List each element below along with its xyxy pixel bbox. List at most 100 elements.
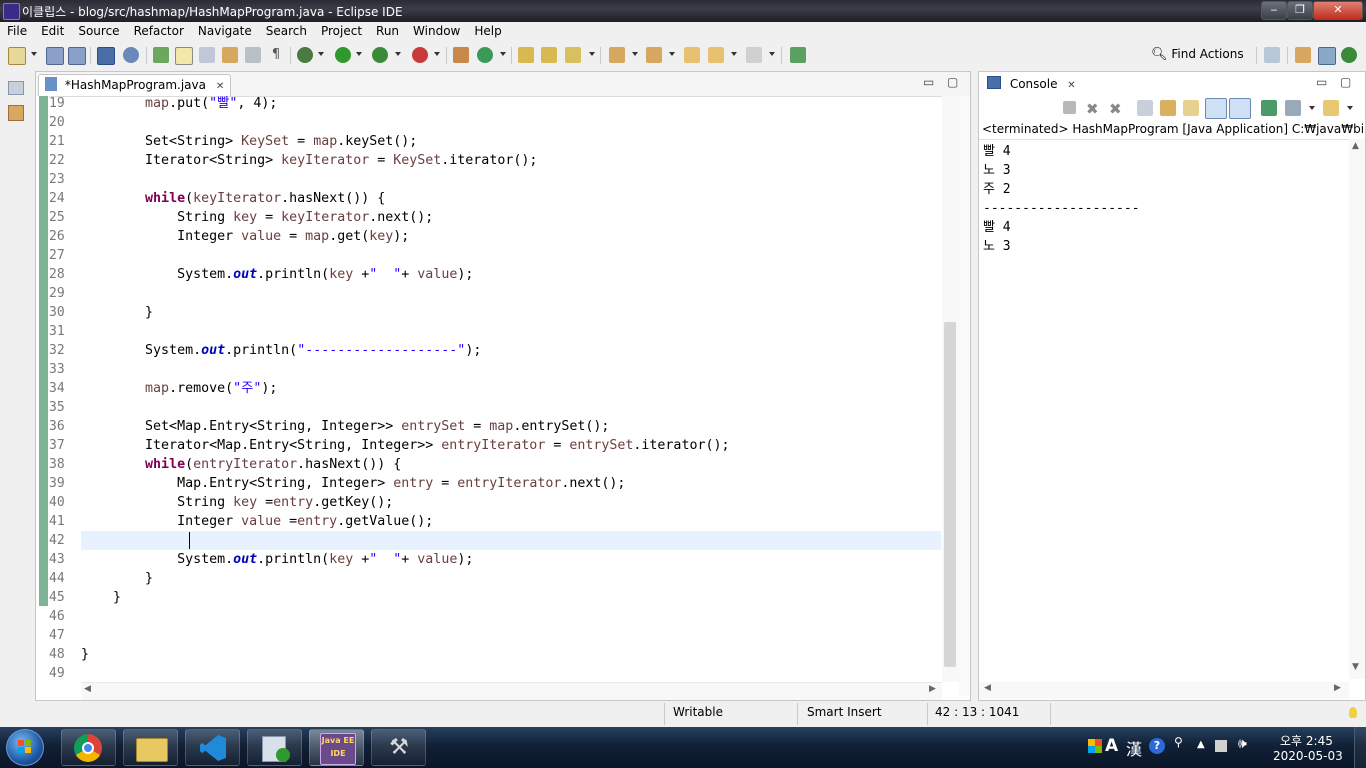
code-line[interactable]: map.remove("주"); (81, 379, 941, 398)
menu-edit[interactable]: Edit (34, 22, 71, 38)
debug-dropdown-icon[interactable] (318, 52, 324, 56)
pin-console-icon[interactable] (1261, 100, 1277, 116)
code-line[interactable]: Iterator<String> keyIterator = KeySet.it… (81, 151, 941, 170)
code-line[interactable]: System.out.println(key +" "+ value); (81, 265, 941, 284)
save-icon[interactable] (46, 47, 64, 65)
block-selection-icon[interactable] (199, 47, 215, 63)
code-line[interactable]: } (81, 588, 941, 607)
status-insert-mode[interactable]: Smart Insert (807, 705, 882, 719)
taskbar-eclipse[interactable]: Java EE IDE (309, 729, 364, 766)
minimize-button[interactable]: ‒ (1261, 1, 1287, 20)
menu-window[interactable]: Window (406, 22, 467, 38)
show-hidden-icons[interactable]: ▲ (1197, 739, 1205, 750)
scroll-left-icon[interactable]: ◀ (984, 683, 991, 693)
back-dropdown-icon[interactable] (731, 52, 737, 56)
debug-perspective-icon[interactable] (1341, 47, 1357, 63)
help-icon[interactable]: ? (1149, 738, 1165, 754)
scroll-right-icon[interactable]: ▶ (1334, 683, 1341, 693)
remove-launch-icon[interactable]: ✖ (1086, 100, 1102, 118)
menu-project[interactable]: Project (314, 22, 369, 38)
forward-dropdown-icon[interactable] (769, 52, 775, 56)
java-perspective-icon[interactable] (1318, 47, 1336, 65)
run-dropdown-icon[interactable] (356, 52, 362, 56)
code-line[interactable] (81, 531, 941, 550)
coverage-icon[interactable] (372, 47, 388, 63)
new-java-package-icon[interactable] (453, 47, 469, 63)
taskbar-vscode[interactable] (185, 729, 240, 766)
language-bar-icon[interactable] (1088, 739, 1102, 753)
code-line[interactable]: Set<String> KeySet = map.keySet(); (81, 132, 941, 151)
code-line[interactable] (81, 664, 941, 683)
clock-time[interactable]: 오후 2:45 (1280, 732, 1333, 749)
previous-annotation-dropdown-icon[interactable] (669, 52, 675, 56)
show-desktop-button[interactable] (1354, 727, 1366, 768)
close-icon[interactable]: ✕ (1067, 80, 1075, 91)
network-icon[interactable] (1215, 740, 1227, 752)
code-line[interactable]: while(keyIterator.hasNext()) { (81, 189, 941, 208)
package-explorer-icon[interactable] (8, 105, 24, 121)
menu-source[interactable]: Source (71, 22, 126, 38)
menu-run[interactable]: Run (369, 22, 406, 38)
tab-hashmapprogram-java[interactable]: *HashMapProgram.java ✕ (38, 74, 232, 96)
clock-date[interactable]: 2020-05-03 (1273, 749, 1343, 763)
external-tools-dropdown-icon[interactable] (434, 52, 440, 56)
menu-help[interactable]: Help (467, 22, 508, 38)
code-line[interactable]: map.put("빨", 4); (81, 94, 941, 113)
clear-console-icon[interactable] (1137, 100, 1153, 116)
editor-minimize-icon[interactable]: ▭ (923, 75, 934, 89)
open-perspective-icon[interactable] (1264, 47, 1280, 63)
eclipse-app-icon[interactable] (3, 3, 20, 20)
open-type-icon[interactable] (153, 47, 169, 63)
open-folder-icon[interactable] (518, 47, 534, 63)
open-console-dropdown-icon[interactable] (1347, 106, 1353, 110)
code-line[interactable]: String key =entry.getKey(); (81, 493, 941, 512)
open-console-icon[interactable] (97, 47, 115, 65)
next-annotation-icon[interactable] (609, 47, 625, 63)
close-icon[interactable]: ✕ (216, 81, 224, 92)
code-line[interactable]: } (81, 569, 941, 588)
code-line[interactable] (81, 607, 941, 626)
code-line[interactable]: Integer value = map.get(key); (81, 227, 941, 246)
external-tools-icon[interactable] (412, 47, 428, 63)
scroll-up-icon[interactable]: ▲ (1352, 141, 1359, 151)
console-output[interactable]: 빨 4 노 3 주 2 -------------------- 빨 4 노 3 (979, 138, 1349, 678)
restore-view-icon[interactable] (8, 81, 24, 95)
code-line[interactable] (81, 246, 941, 265)
taskbar-media-app[interactable] (247, 729, 302, 766)
volume-icon[interactable]: 🕪︎ (1238, 736, 1247, 752)
ime-options-icon[interactable]: ⚲ (1174, 735, 1183, 749)
editor-maximize-icon[interactable]: ▢ (947, 75, 958, 89)
forward-icon[interactable] (746, 47, 762, 63)
code-line[interactable] (81, 398, 941, 417)
overview-ruler[interactable] (959, 96, 970, 696)
menu-navigate[interactable]: Navigate (191, 22, 259, 38)
word-wrap-icon[interactable] (1183, 100, 1199, 116)
code-line[interactable]: Map.Entry<String, Integer> entry = entry… (81, 474, 941, 493)
code-line[interactable]: String key = keyIterator.next(); (81, 208, 941, 227)
run-icon[interactable] (335, 47, 351, 63)
tab-console[interactable]: Console ✕ (981, 74, 1082, 95)
terminate-icon[interactable] (1063, 101, 1076, 114)
taskbar-tools-app[interactable]: ⚒ (371, 729, 426, 766)
code-line[interactable] (81, 322, 941, 341)
maximize-button[interactable]: ❐ (1287, 1, 1313, 20)
code-line[interactable] (81, 170, 941, 189)
code-line[interactable]: while(entryIterator.hasNext()) { (81, 455, 941, 474)
display-console-dropdown-icon[interactable] (1309, 106, 1315, 110)
next-annotation-dropdown-icon[interactable] (632, 52, 638, 56)
scroll-lock-icon[interactable] (1160, 100, 1176, 116)
new-icon[interactable] (8, 47, 26, 65)
code-line[interactable] (81, 626, 941, 645)
lightbulb-icon[interactable] (1349, 707, 1357, 718)
show-source-icon[interactable] (245, 47, 261, 63)
find-actions-button[interactable]: 🔍︎ Find Actions (1151, 47, 1244, 65)
ime-hanja[interactable]: 漢 (1126, 736, 1142, 760)
back-icon[interactable] (708, 47, 724, 63)
search-dropdown-icon[interactable] (589, 52, 595, 56)
menu-search[interactable]: Search (259, 22, 314, 38)
save-all-icon[interactable] (68, 47, 86, 65)
open-resource-icon[interactable] (541, 47, 557, 63)
whitespace-icon[interactable] (222, 47, 238, 63)
code-line[interactable]: System.out.println(key +" "+ value); (81, 550, 941, 569)
show-on-stderr-icon[interactable] (1229, 98, 1251, 119)
